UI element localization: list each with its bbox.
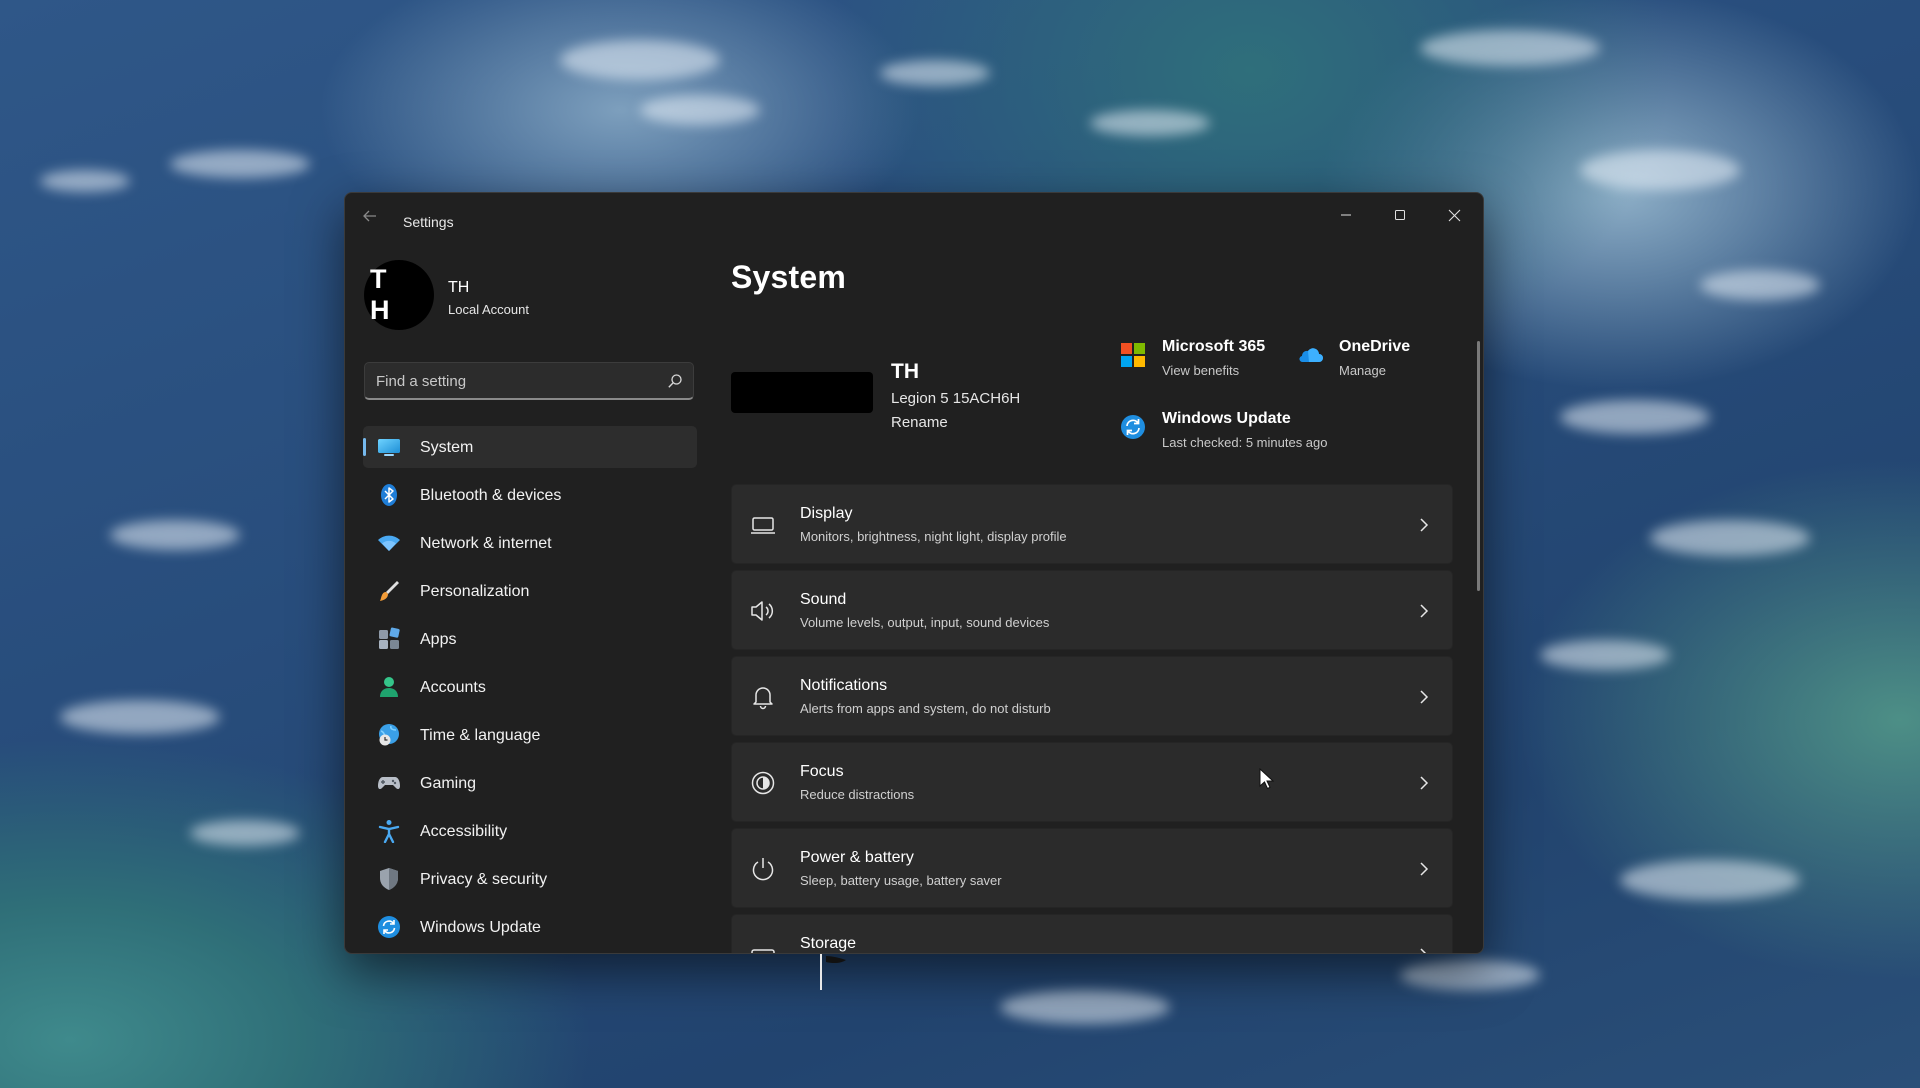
wifi-icon — [378, 535, 400, 551]
back-button[interactable] — [359, 205, 381, 227]
minimize-icon — [1341, 214, 1351, 216]
settings-list: Display Monitors, brightness, night ligh… — [731, 484, 1453, 953]
scrollbar[interactable] — [1477, 341, 1480, 591]
person-icon — [380, 677, 398, 697]
title-bar: Settings — [345, 193, 1483, 237]
focus-card[interactable]: Focus Reduce distractions — [731, 742, 1453, 822]
card-title: Sound — [800, 591, 847, 608]
card-subtitle: Monitors, brightness, night light, displ… — [800, 529, 1067, 544]
chevron-right-icon — [1420, 518, 1429, 532]
microsoft-logo-icon — [1121, 343, 1145, 367]
card-subtitle: Volume levels, output, input, sound devi… — [800, 615, 1050, 630]
quick-link-subtitle: Manage — [1339, 363, 1386, 378]
sidebar-item-bluetooth[interactable]: Bluetooth & devices — [363, 474, 697, 516]
avatar[interactable]: T H — [364, 260, 434, 330]
quick-link-subtitle: View benefits — [1162, 363, 1240, 378]
bell-icon — [753, 687, 773, 710]
sidebar-item-label: Windows Update — [420, 919, 541, 936]
update-icon — [1121, 415, 1145, 439]
card-title: Notifications — [800, 677, 888, 694]
sidebar-item-label: Accessibility — [420, 823, 508, 840]
chevron-right-icon — [1420, 604, 1429, 618]
chevron-right-icon — [1420, 948, 1427, 953]
accessibility-icon — [378, 820, 400, 843]
close-button[interactable] — [1427, 193, 1481, 237]
sidebar-item-gaming[interactable]: Gaming — [363, 762, 697, 804]
notifications-card[interactable]: Notifications Alerts from apps and syste… — [731, 656, 1453, 736]
sidebar-nav: System Bluetooth & devices Network & int… — [363, 426, 697, 953]
storage-card[interactable]: Storage — [731, 914, 1453, 953]
sidebar-item-label: Gaming — [420, 775, 477, 792]
sidebar-item-label: Privacy & security — [420, 871, 548, 888]
quick-link-title: Microsoft 365 — [1162, 338, 1266, 355]
sidebar-item-label: Apps — [420, 631, 457, 648]
maximize-icon — [1395, 210, 1405, 220]
onedrive-cloud-icon — [1299, 348, 1323, 363]
chevron-right-icon — [1420, 862, 1429, 876]
card-subtitle: Alerts from apps and system, do not dist… — [800, 701, 1051, 716]
card-title: Power & battery — [800, 849, 914, 866]
storage-icon — [751, 949, 775, 953]
sidebar-item-apps[interactable]: Apps — [363, 618, 697, 660]
sidebar-item-label: System — [420, 439, 474, 456]
card-subtitle: Reduce distractions — [800, 787, 915, 802]
chevron-right-icon — [1420, 690, 1429, 704]
settings-window: Settings T H TH Local Account Syst — [344, 192, 1484, 954]
sidebar-item-label: Time & language — [420, 727, 541, 744]
search-input[interactable] — [365, 363, 668, 399]
chevron-right-icon — [1420, 776, 1429, 790]
system-icon — [378, 439, 400, 456]
sidebar-item-network[interactable]: Network & internet — [363, 522, 697, 564]
apps-icon — [379, 627, 400, 649]
brush-icon — [380, 581, 399, 601]
display-card[interactable]: Display Monitors, brightness, night ligh… — [731, 484, 1453, 564]
search-box[interactable] — [364, 362, 694, 400]
card-subtitle: Sleep, battery usage, battery saver — [800, 873, 1002, 888]
search-icon[interactable] — [667, 373, 683, 389]
rename-link[interactable]: Rename — [891, 414, 948, 431]
user-account-type: Local Account — [448, 302, 529, 317]
monitor-icon — [751, 517, 775, 534]
maximize-button[interactable] — [1373, 193, 1427, 237]
focus-icon — [751, 771, 775, 795]
card-title: Storage — [800, 935, 857, 952]
user-name: TH — [448, 279, 470, 296]
sidebar-item-time-language[interactable]: Time & language — [363, 714, 697, 756]
globe-clock-icon — [379, 724, 399, 746]
sidebar-item-windows-update[interactable]: Windows Update — [363, 906, 697, 948]
device-model: Legion 5 15ACH6H — [891, 390, 1021, 407]
app-title: Settings — [403, 214, 454, 230]
sidebar-item-personalization[interactable]: Personalization — [363, 570, 697, 612]
sidebar-item-accounts[interactable]: Accounts — [363, 666, 697, 708]
sidebar-item-privacy[interactable]: Privacy & security — [363, 858, 697, 900]
power-icon — [752, 858, 774, 881]
desktop-glyph-icon — [820, 954, 846, 990]
speaker-icon — [751, 601, 774, 621]
sidebar-item-accessibility[interactable]: Accessibility — [363, 810, 697, 852]
quick-link-subtitle: Last checked: 5 minutes ago — [1162, 435, 1328, 450]
close-icon — [1448, 209, 1460, 221]
device-name: TH — [891, 360, 919, 383]
sidebar-item-label: Network & internet — [420, 535, 552, 552]
page-title: System — [731, 259, 847, 295]
power-battery-card[interactable]: Power & battery Sleep, battery usage, ba… — [731, 828, 1453, 908]
shield-icon — [380, 868, 398, 890]
quick-link-title: Windows Update — [1162, 410, 1291, 427]
gamepad-icon — [378, 777, 400, 790]
sound-card[interactable]: Sound Volume levels, output, input, soun… — [731, 570, 1453, 650]
back-arrow-icon — [363, 210, 376, 222]
minimize-button[interactable] — [1319, 193, 1373, 237]
quick-link-title: OneDrive — [1339, 338, 1411, 355]
update-icon — [378, 916, 400, 938]
sidebar-item-label: Bluetooth & devices — [420, 487, 562, 504]
device-image — [731, 372, 873, 413]
sidebar-item-system[interactable]: System — [363, 426, 697, 468]
sidebar-item-label: Accounts — [420, 679, 486, 696]
card-title: Display — [800, 505, 853, 522]
card-title: Focus — [800, 763, 844, 780]
sidebar-item-label: Personalization — [420, 583, 530, 600]
bluetooth-icon — [381, 484, 397, 506]
mouse-cursor-icon — [1259, 768, 1275, 790]
